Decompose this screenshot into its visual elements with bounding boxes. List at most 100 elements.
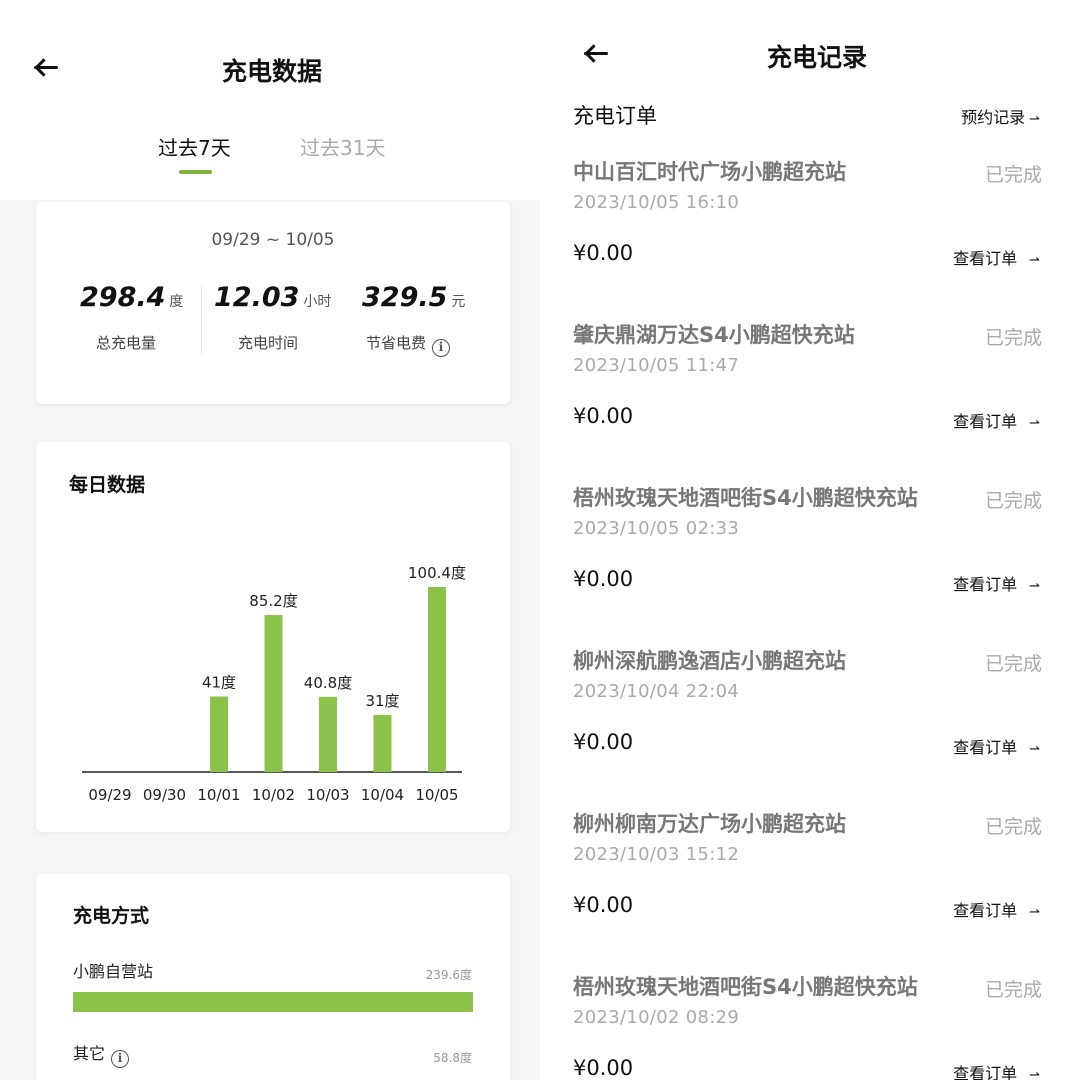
method-bar-fill (73, 992, 473, 1012)
order-price: ¥0.00 (573, 730, 634, 754)
chart-tick-label: 10/01 (197, 786, 240, 804)
method-label-xpeng: 小鹏自营站 (73, 962, 154, 981)
stat-label-with-info: 节省电费 i (366, 332, 451, 357)
active-tab-indicator (179, 170, 212, 174)
stat-unit: 小时 (303, 294, 332, 310)
view-order-button[interactable]: 查看订单 ⇀ (953, 1060, 1040, 1080)
view-order-button[interactable]: 查看订单 ⇀ (953, 734, 1040, 758)
stat-label: 节省电费 (366, 334, 427, 352)
tab-past-7-days[interactable]: 过去7天 (158, 132, 231, 161)
stat-value: 298.4 (80, 282, 166, 313)
chart-tick-label: 09/29 (88, 786, 131, 804)
info-icon[interactable]: i (432, 339, 451, 357)
stat-value: 329.5 (362, 282, 448, 313)
view-order-label: 查看订单 (953, 1064, 1018, 1080)
order-status: 已完成 (984, 164, 1042, 186)
chart-data-label: 85.2度 (249, 592, 297, 610)
view-order-label: 查看订单 (953, 412, 1018, 431)
view-order-label: 查看订单 (953, 249, 1018, 268)
view-order-label: 查看订单 (953, 738, 1018, 757)
chart-bar (210, 696, 228, 772)
order-time: 2023/10/03 15:12 (573, 844, 740, 865)
chart-bar (319, 696, 337, 772)
method-bar-xpeng (73, 992, 473, 1012)
order-price: ¥0.00 (573, 241, 634, 265)
date-range: 09/29 ~ 10/05 (211, 230, 335, 250)
order-item[interactable]: 柳州柳南万达广场小鹏超充站 已完成 2023/10/03 15:12 ¥0.00 查看订… (540, 808, 1080, 971)
reservation-records-link[interactable]: 预约记录 ⇀ (961, 104, 1040, 128)
summary-card: 09/29 ~ 10/05 298.4 度 总充电量 12.03 小时 充电时间 3… (36, 202, 510, 404)
info-icon[interactable]: i (111, 1050, 130, 1068)
arrow-right-icon: ⇀ (1029, 579, 1040, 594)
stat-label: 充电时间 (238, 334, 299, 352)
stat-label: 总充电量 (96, 334, 157, 352)
view-order-button[interactable]: 查看订单 ⇀ (953, 408, 1040, 432)
chart-data-label: 41度 (202, 673, 236, 691)
page-title: 充电数据 (221, 57, 322, 86)
orders-heading: 充电订单 (573, 104, 657, 128)
charging-method-card: 充电方式 小鹏自营站 239.6度 其它 i 58.8度 (36, 874, 510, 1080)
page-title: 充电记录 (766, 43, 867, 72)
view-order-label: 查看订单 (953, 901, 1018, 920)
order-station-name: 梧州玫瑰天地酒吧街S4小鹏超快充站 (573, 486, 918, 510)
order-item[interactable]: 中山百汇时代广场小鹏超充站 已完成 2023/10/05 16:10 ¥0.00 查看订… (540, 156, 1080, 319)
order-status: 已完成 (984, 490, 1042, 512)
method-label-other: 其它 (73, 1044, 106, 1063)
chart-data-label: 40.8度 (304, 674, 352, 692)
order-item[interactable]: 肇庆鼎湖万达S4小鹏超快充站 已完成 2023/10/05 11:47 ¥0.00 查看… (540, 319, 1080, 482)
view-order-label: 查看订单 (953, 575, 1018, 594)
stat-charge-time: 12.03 小时 充电时间 (214, 282, 332, 352)
chart-tick-label: 10/02 (252, 786, 295, 804)
method-value-xpeng: 239.6度 (425, 968, 472, 982)
order-station-name: 中山百汇时代广场小鹏超充站 (573, 160, 846, 184)
order-price: ¥0.00 (573, 893, 634, 917)
order-time: 2023/10/05 11:47 (573, 355, 740, 376)
order-item[interactable]: 梧州玫瑰天地酒吧街S4小鹏超快充站 已完成 2023/10/02 08:29 ¥0.0… (540, 971, 1080, 1080)
order-time: 2023/10/05 16:10 (573, 192, 740, 213)
daily-bar-chart: 09/29 09/30 41度 10/01 85.2度 10/02 40.8度 10/03 31… (82, 564, 466, 804)
reservation-records-label: 预约记录 (961, 108, 1026, 127)
charging-data-screen: 充电数据 过去7天 过去31天 09/29 ~ 10/05 298.4 度 总充电… (0, 0, 540, 1080)
order-price: ¥0.00 (573, 404, 634, 428)
chart-bar (428, 587, 446, 772)
order-time: 2023/10/05 02:33 (573, 518, 740, 539)
arrow-right-icon: ⇀ (1029, 742, 1040, 757)
chart-bar (264, 615, 283, 772)
order-time: 2023/10/02 08:29 (573, 1007, 740, 1028)
view-order-button[interactable]: 查看订单 ⇀ (953, 897, 1040, 921)
view-order-button[interactable]: 查看订单 ⇀ (953, 245, 1040, 269)
chart-tick-label: 10/05 (415, 786, 458, 804)
stat-total-energy: 298.4 度 总充电量 (80, 282, 184, 352)
charging-records-screen: 充电记录 充电订单 预约记录 ⇀ 中山百汇时代广场小鹏超充站 已完成 2023/10/… (540, 0, 1080, 1080)
stat-unit: 度 (169, 294, 184, 310)
stat-divider (201, 286, 202, 354)
arrow-right-icon: ⇀ (1029, 1068, 1040, 1080)
order-item[interactable]: 柳州深航鹏逸酒店小鹏超充站 已完成 2023/10/04 22:04 ¥0.00 查看订… (540, 645, 1080, 808)
order-station-name: 柳州柳南万达广场小鹏超充站 (573, 812, 846, 836)
order-time: 2023/10/04 22:04 (573, 681, 740, 702)
stat-unit: 元 (451, 294, 466, 310)
chart-data-label: 100.4度 (408, 564, 466, 582)
tab-past-31-days[interactable]: 过去31天 (300, 132, 385, 161)
stat-value: 12.03 (214, 282, 300, 313)
stat-savings: 329.5 元 节省电费 i (362, 282, 466, 357)
order-status: 已完成 (984, 653, 1042, 675)
chart-tick-label: 09/30 (143, 786, 186, 804)
arrow-right-icon: ⇀ (1029, 416, 1040, 431)
view-order-button[interactable]: 查看订单 ⇀ (953, 571, 1040, 595)
chart-bar (373, 714, 392, 772)
order-item[interactable]: 梧州玫瑰天地酒吧街S4小鹏超快充站 已完成 2023/10/05 02:33 ¥0.0… (540, 482, 1080, 645)
arrow-right-icon: ⇀ (1029, 112, 1040, 127)
order-price: ¥0.00 (573, 567, 634, 591)
method-label-other-row: 其它 i (73, 1040, 130, 1068)
daily-data-card: 每日数据 09/29 09/30 41度 10/01 85.2度 10/02 40.8度 10… (36, 442, 510, 832)
arrow-right-icon: ⇀ (1029, 253, 1040, 268)
method-value-other: 58.8度 (433, 1051, 472, 1065)
arrow-right-icon: ⇀ (1029, 905, 1040, 920)
order-price: ¥0.00 (573, 1056, 634, 1080)
order-status: 已完成 (984, 327, 1042, 349)
order-station-name: 梧州玫瑰天地酒吧街S4小鹏超快充站 (573, 975, 918, 999)
chart-tick-label: 10/04 (361, 786, 404, 804)
chart-data-label: 31度 (365, 692, 399, 710)
order-status: 已完成 (984, 816, 1042, 838)
